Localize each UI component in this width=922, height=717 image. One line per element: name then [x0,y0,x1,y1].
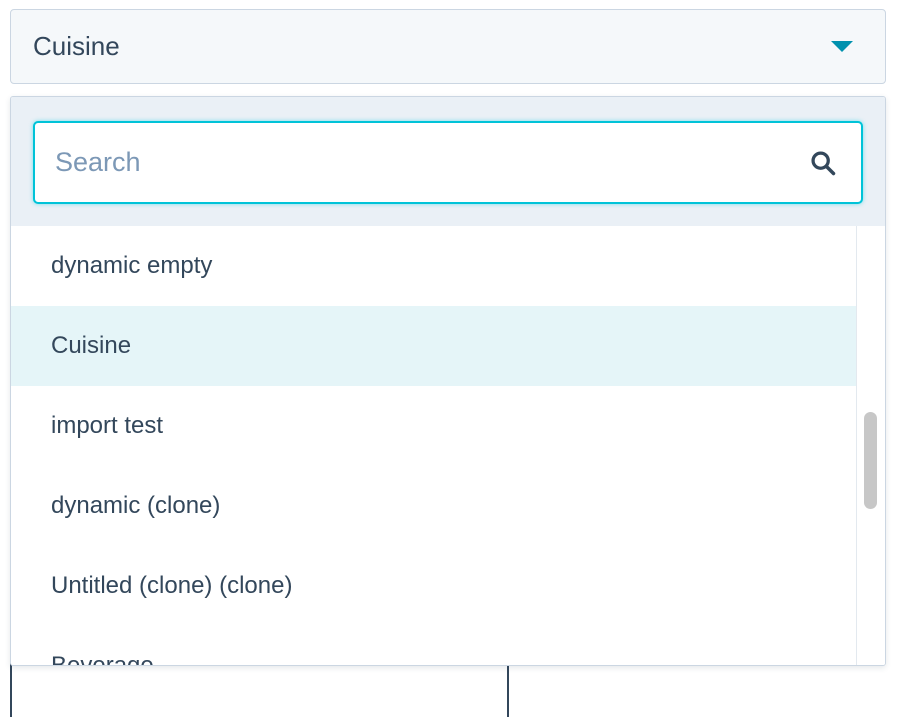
scrollbar[interactable] [856,226,885,665]
search-icon[interactable] [809,149,837,177]
option-cuisine[interactable]: Cuisine [11,306,856,386]
option-dynamic-empty[interactable]: dynamic empty [11,226,856,306]
scrollbar-thumb[interactable] [864,412,877,509]
search-field[interactable] [33,121,863,204]
option-dynamic-clone[interactable]: dynamic (clone) [11,466,856,546]
caret-down-icon[interactable] [831,41,853,52]
select-value: Cuisine [33,31,120,61]
options-list: dynamic empty Cuisine import test dynami… [11,226,856,665]
search-area [11,97,885,226]
cuisine-select[interactable]: Cuisine [10,9,886,84]
dropdown-menu: dynamic empty Cuisine import test dynami… [10,96,886,666]
option-beverage[interactable]: Beverage [11,626,856,665]
option-untitled-clone-clone[interactable]: Untitled (clone) (clone) [11,546,856,626]
option-import-test[interactable]: import test [11,386,856,466]
search-input[interactable] [55,147,809,178]
screen: nl Cuisine dynamic empty Cuisine import … [0,0,922,717]
